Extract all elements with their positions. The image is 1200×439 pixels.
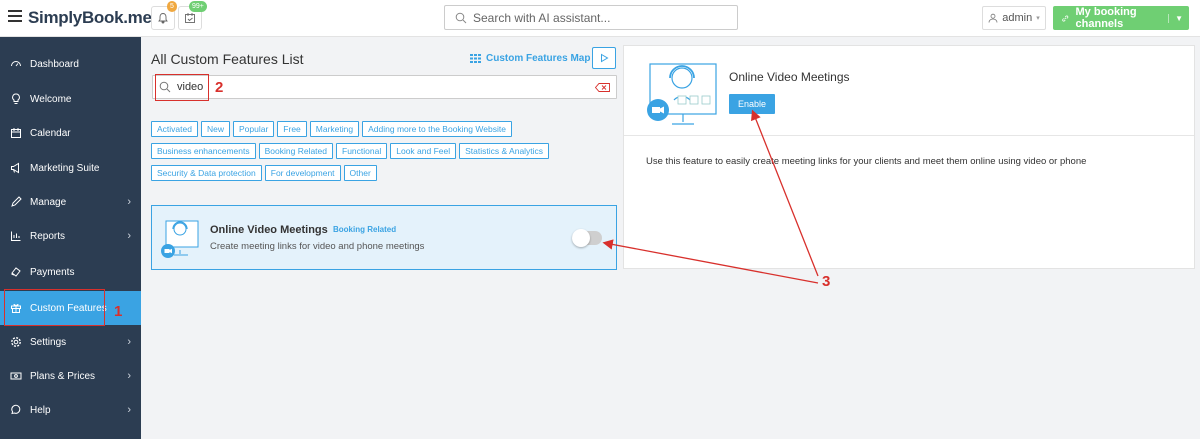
sidebar-item-label: Reports — [30, 230, 66, 242]
chevron-right-icon: › — [127, 404, 131, 416]
feature-detail-panel: Online Video Meetings Enable Use this fe… — [623, 45, 1195, 269]
detail-title: Online Video Meetings — [729, 70, 850, 84]
payments-icon — [11, 267, 21, 277]
tag-new[interactable]: New — [200, 121, 230, 137]
detail-description: Use this feature to easily create meetin… — [646, 156, 1087, 167]
channels-label: My booking channels — [1075, 6, 1137, 30]
sidebar-item-calendar[interactable]: Calendar — [0, 116, 141, 150]
lightbulb-icon — [12, 93, 20, 104]
admin-menu[interactable]: admin ▾ — [982, 6, 1046, 30]
play-tour-button[interactable] — [592, 47, 616, 69]
play-icon — [601, 53, 609, 63]
calendar-icon — [11, 128, 21, 138]
chevron-right-icon: › — [127, 370, 131, 382]
menu-icon[interactable] — [8, 10, 22, 22]
sidebar-item-label: Dashboard — [30, 58, 79, 70]
annotation-box-1 — [4, 289, 105, 326]
card-title: Online Video Meetings — [210, 224, 328, 236]
sidebar-item-label: Payments — [30, 266, 75, 278]
tag-statistics[interactable]: Statistics & Analytics — [459, 143, 550, 159]
bell-icon — [158, 13, 168, 24]
chevron-down-icon: ▾ — [1036, 15, 1040, 22]
gear-icon — [11, 337, 21, 347]
chevron-down-icon[interactable]: ▼ — [1168, 13, 1189, 23]
sidebar-item-marketing-suite[interactable]: Marketing Suite — [0, 151, 141, 185]
link-icon — [1062, 14, 1069, 22]
megaphone-icon — [11, 162, 19, 174]
search-placeholder: Search with AI assistant... — [473, 10, 611, 25]
tag-security[interactable]: Security & Data protection — [151, 165, 262, 181]
calendar-badge: 99+ — [189, 1, 207, 12]
chevron-right-icon: › — [127, 230, 131, 242]
booking-channels-button[interactable]: My booking channels ▼ — [1053, 6, 1189, 30]
toggle-knob — [572, 229, 590, 247]
chevron-right-icon: › — [127, 336, 131, 348]
card-category-badge: Booking Related — [333, 225, 397, 234]
sidebar-item-help[interactable]: Help › — [0, 393, 141, 427]
page-title: All Custom Features List — [151, 51, 304, 67]
bookings-button[interactable]: 99+ — [178, 1, 207, 30]
tag-functional[interactable]: Functional — [336, 143, 388, 159]
enable-button[interactable]: Enable — [729, 94, 775, 114]
sidebar-item-payments[interactable]: Payments — [0, 255, 141, 289]
grid-icon — [470, 54, 481, 63]
sidebar-item-plans-prices[interactable]: Plans & Prices › — [0, 359, 141, 393]
money-icon — [10, 372, 22, 380]
category-tags: Activated New Popular Free Marketing Adding m… — [151, 119, 611, 185]
sidebar: Dashboard Welcome Calendar Marketing Sui… — [0, 37, 141, 439]
admin-label: admin — [1002, 12, 1033, 24]
notifications-button[interactable]: 5 — [151, 1, 177, 30]
map-link-label: Custom Features Map — [486, 53, 591, 64]
tag-marketing[interactable]: Marketing — [309, 121, 360, 137]
card-description: Create meeting links for video and phone… — [210, 241, 425, 252]
annotation-number-2: 2 — [215, 79, 224, 96]
clear-input-icon[interactable] — [595, 83, 610, 92]
custom-features-map-link[interactable]: Custom Features Map — [470, 53, 590, 64]
feature-toggle[interactable] — [572, 229, 602, 247]
tag-popular[interactable]: Popular — [232, 121, 275, 137]
detail-header: Online Video Meetings Enable — [624, 46, 1194, 136]
sidebar-item-label: Calendar — [30, 127, 71, 139]
sidebar-item-label: Marketing Suite — [30, 162, 100, 174]
tag-look-and-feel[interactable]: Look and Feel — [390, 143, 457, 159]
help-icon — [11, 404, 21, 415]
chart-icon — [11, 231, 21, 241]
sidebar-item-label: Welcome — [30, 93, 72, 105]
sidebar-item-label: Plans & Prices — [30, 370, 96, 382]
calendar-check-icon — [185, 13, 195, 23]
sidebar-item-label: Help — [30, 404, 51, 416]
notifications-badge: 5 — [167, 1, 177, 12]
tag-for-development[interactable]: For development — [264, 165, 341, 181]
tag-booking-website[interactable]: Adding more to the Booking Website — [362, 121, 512, 137]
pencil-icon — [11, 196, 22, 207]
tag-activated[interactable]: Activated — [151, 121, 198, 137]
search-icon — [455, 12, 467, 23]
chevron-right-icon: › — [127, 196, 131, 208]
ai-search-input[interactable]: Search with AI assistant... — [444, 5, 738, 30]
video-meeting-illustration — [647, 63, 717, 125]
features-list-panel: All Custom Features List Custom Features… — [141, 37, 623, 439]
tag-free[interactable]: Free — [277, 121, 307, 137]
sidebar-item-welcome[interactable]: Welcome — [0, 82, 141, 116]
user-icon — [988, 13, 998, 23]
sidebar-item-label: Manage — [30, 196, 67, 208]
sidebar-item-label: Settings — [30, 336, 67, 348]
tag-other[interactable]: Other — [343, 165, 377, 181]
dashboard-icon — [11, 61, 21, 67]
feature-card-online-video-meetings[interactable]: Online Video Meetings Booking Related Cr… — [151, 205, 617, 270]
tag-business-enhancements[interactable]: Business enhancements — [151, 143, 256, 159]
sidebar-item-dashboard[interactable]: Dashboard — [0, 47, 141, 81]
sidebar-item-settings[interactable]: Settings › — [0, 325, 141, 359]
sidebar-item-reports[interactable]: Reports › — [0, 219, 141, 253]
sidebar-item-manage[interactable]: Manage › — [0, 185, 141, 219]
annotation-number-1: 1 — [114, 303, 123, 320]
top-bar: SimplyBook.me 5 99+ Search with AI assis… — [0, 0, 1200, 37]
logo[interactable]: SimplyBook.me — [28, 8, 152, 28]
annotation-number-3: 3 — [822, 273, 831, 290]
annotation-box-2 — [155, 74, 209, 101]
video-meeting-icon — [161, 220, 199, 258]
tag-booking-related[interactable]: Booking Related — [258, 143, 334, 159]
